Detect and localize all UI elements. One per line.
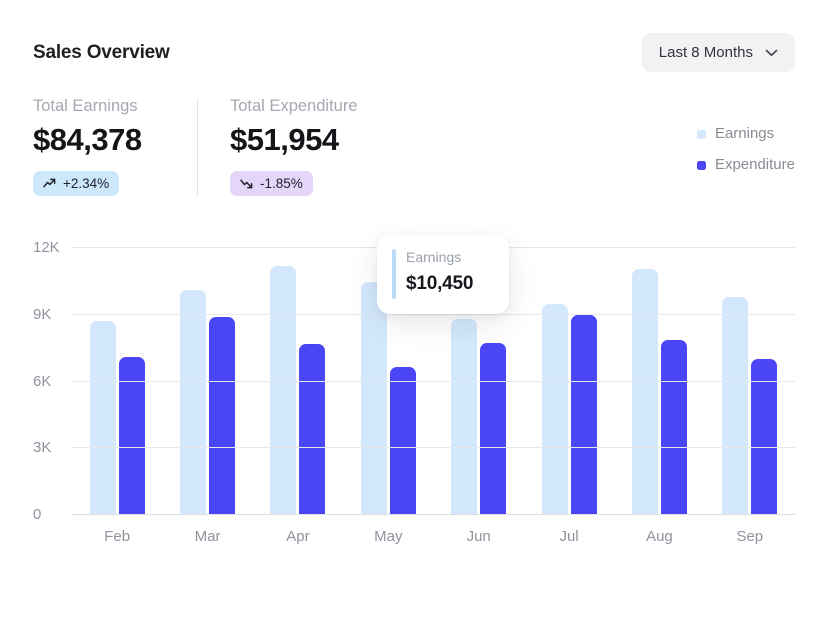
stat-value: $84,378 xyxy=(33,122,163,158)
x-label-jul: Jul xyxy=(524,528,614,546)
bar-group-may xyxy=(361,282,416,515)
bar-group-apr xyxy=(270,266,325,515)
bar-earnings-sep[interactable] xyxy=(722,297,748,515)
y-tick-12k: 12K xyxy=(33,239,67,257)
bar-earnings-feb[interactable] xyxy=(90,321,116,515)
y-tick-9k: 9K xyxy=(33,306,67,324)
chevron-down-icon xyxy=(765,49,778,57)
sales-overview-card: Sales Overview Last 8 Months Total Earni… xyxy=(0,0,830,624)
stats-row: Total Earnings $84,378 +2.34% Total Expe… xyxy=(33,96,795,196)
bar-group-mar xyxy=(180,290,235,515)
expenditure-change-badge: -1.85% xyxy=(230,171,313,196)
trend-up-icon xyxy=(43,178,56,189)
sales-chart: 03K6K9K12K FebMarAprMayJunJulAugSep Earn… xyxy=(33,248,795,546)
card-header: Sales Overview Last 8 Months xyxy=(33,33,795,72)
date-range-label: Last 8 Months xyxy=(659,44,753,61)
chart-legend: Earnings Expenditure xyxy=(697,125,795,196)
bar-expenditure-may[interactable] xyxy=(390,367,416,515)
chart-tooltip: Earnings $10,450 xyxy=(377,235,509,314)
bar-expenditure-jun[interactable] xyxy=(480,343,506,515)
y-tick-6k: 6K xyxy=(33,373,67,391)
x-label-aug: Aug xyxy=(614,528,704,546)
bar-expenditure-jul[interactable] xyxy=(571,315,597,515)
x-axis-labels: FebMarAprMayJunJulAugSep xyxy=(72,528,795,546)
y-tick-0: 0 xyxy=(33,506,67,524)
date-range-dropdown[interactable]: Last 8 Months xyxy=(642,33,795,72)
bar-expenditure-mar[interactable] xyxy=(209,317,235,515)
total-expenditure-stat: Total Expenditure $51,954 -1.85% xyxy=(230,96,360,196)
stat-label: Total Expenditure xyxy=(230,96,360,116)
bar-earnings-apr[interactable] xyxy=(270,266,296,515)
bar-expenditure-apr[interactable] xyxy=(299,344,325,515)
earnings-change-badge: +2.34% xyxy=(33,171,119,196)
stat-label: Total Earnings xyxy=(33,96,163,116)
x-label-sep: Sep xyxy=(705,528,795,546)
x-label-feb: Feb xyxy=(72,528,162,546)
tooltip-accent-bar xyxy=(392,249,396,299)
bar-group-sep xyxy=(722,297,777,515)
change-value: -1.85% xyxy=(260,176,303,191)
x-label-apr: Apr xyxy=(253,528,343,546)
bar-group-jul xyxy=(542,304,597,515)
x-label-may: May xyxy=(343,528,433,546)
legend-swatch-earnings xyxy=(697,130,706,139)
tooltip-series-label: Earnings xyxy=(406,249,509,266)
x-label-mar: Mar xyxy=(162,528,252,546)
bar-group-feb xyxy=(90,321,145,515)
gridline-0 xyxy=(72,514,795,515)
y-tick-3k: 3K xyxy=(33,439,67,457)
bar-earnings-may[interactable] xyxy=(361,282,387,515)
bar-group-aug xyxy=(632,269,687,515)
bar-expenditure-sep[interactable] xyxy=(751,359,777,515)
vertical-divider xyxy=(197,98,198,196)
tooltip-value: $10,450 xyxy=(406,272,509,296)
trend-down-icon xyxy=(240,178,253,189)
bar-earnings-jun[interactable] xyxy=(451,319,477,515)
legend-label: Expenditure xyxy=(715,156,795,174)
legend-swatch-expenditure xyxy=(697,161,706,170)
page-title: Sales Overview xyxy=(33,42,170,64)
legend-label: Earnings xyxy=(715,125,774,143)
bar-expenditure-aug[interactable] xyxy=(661,340,687,515)
bar-earnings-aug[interactable] xyxy=(632,269,658,515)
change-value: +2.34% xyxy=(63,176,109,191)
total-earnings-stat: Total Earnings $84,378 +2.34% xyxy=(33,96,163,196)
legend-item-expenditure[interactable]: Expenditure xyxy=(697,156,795,174)
bar-group-jun xyxy=(451,319,506,515)
gridline-3k xyxy=(72,447,795,448)
gridline-6k xyxy=(72,381,795,382)
stat-value: $51,954 xyxy=(230,122,360,158)
legend-item-earnings[interactable]: Earnings xyxy=(697,125,795,143)
bar-earnings-jul[interactable] xyxy=(542,304,568,515)
x-label-jun: Jun xyxy=(434,528,524,546)
bar-earnings-mar[interactable] xyxy=(180,290,206,515)
